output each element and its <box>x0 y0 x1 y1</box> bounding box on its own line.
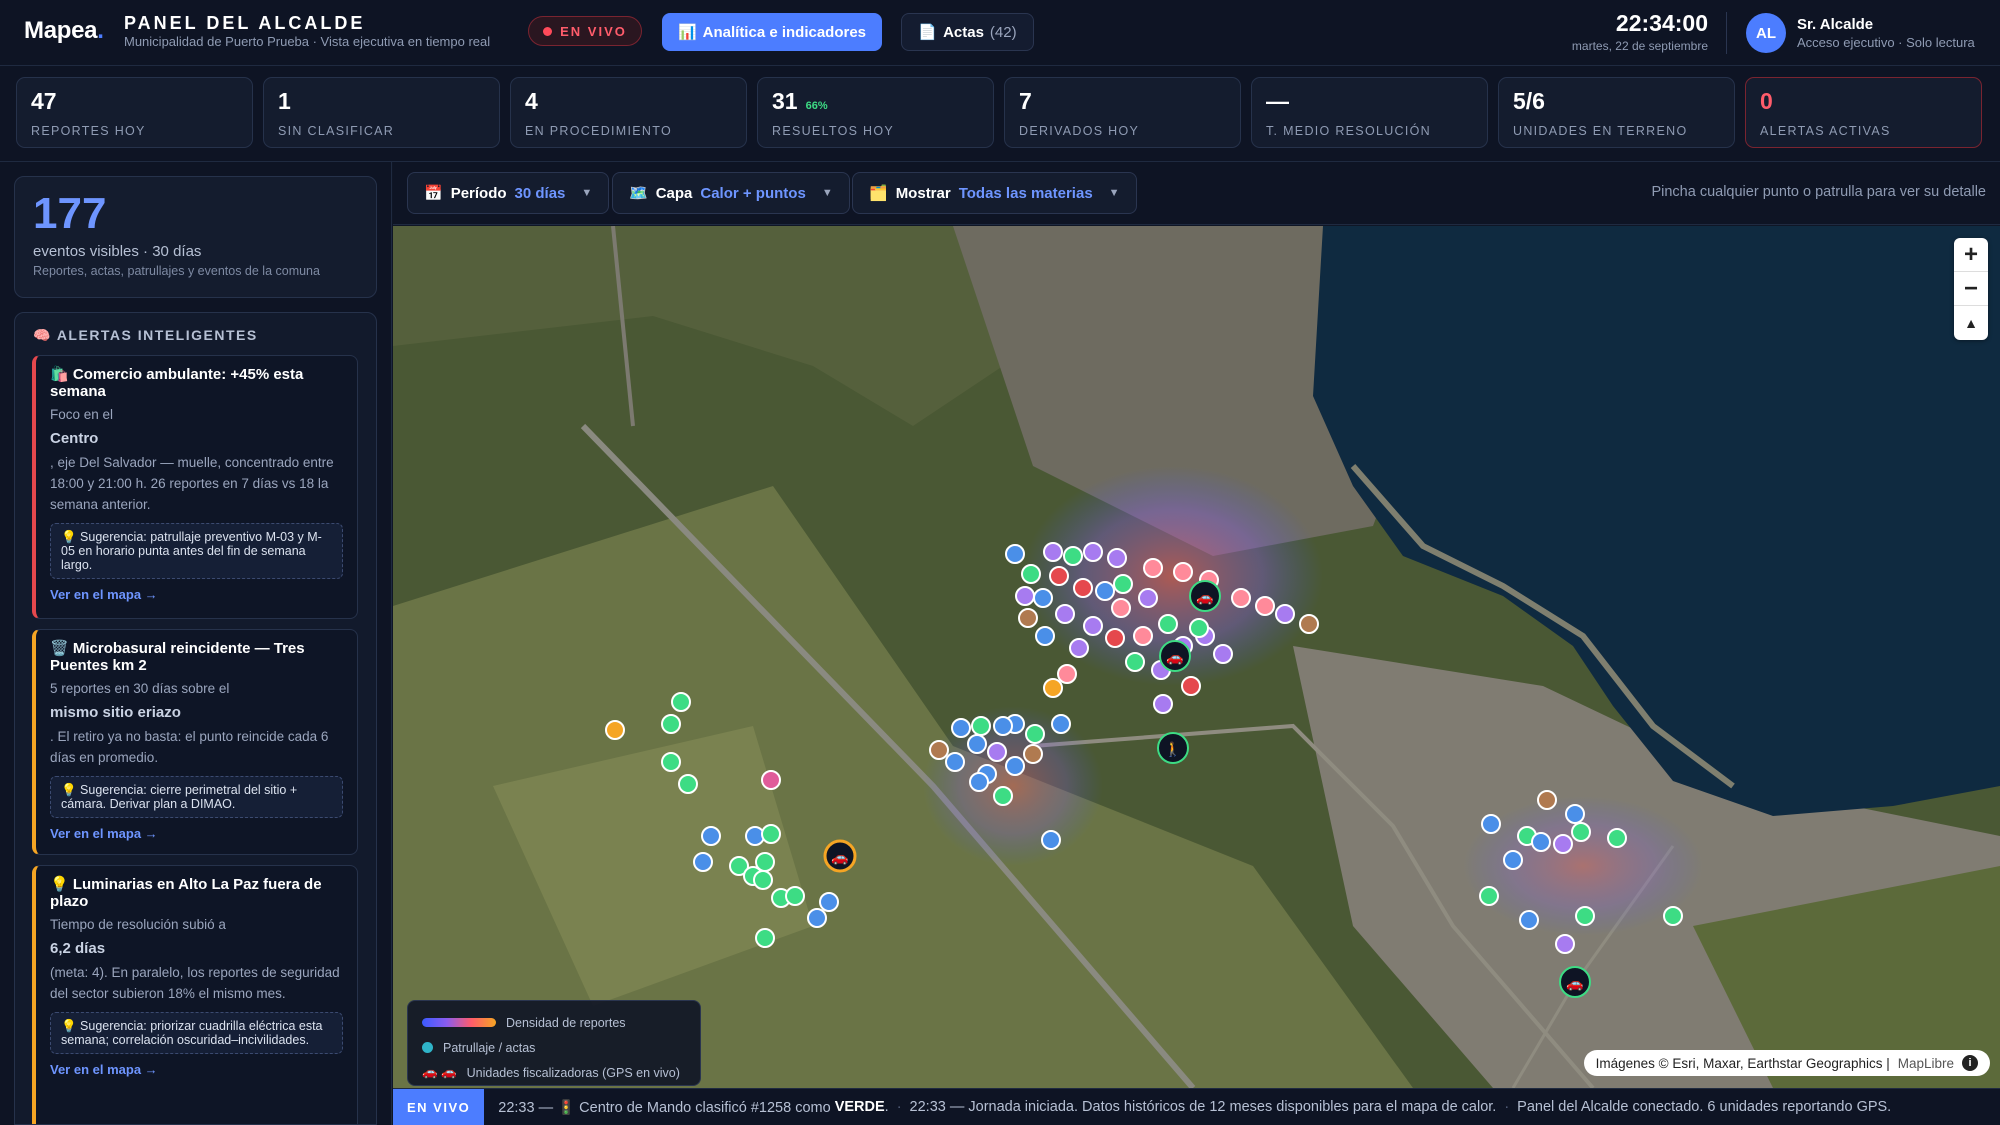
toolbar-hint: Pincha cualquier punto o patrulla para v… <box>1651 184 1986 200</box>
left-panel: 177 eventos visibles · 30 días Reportes,… <box>0 162 392 1125</box>
avatar[interactable]: AL <box>1746 13 1786 53</box>
actas-button[interactable]: 📄 Actas (42) <box>901 13 1034 51</box>
alert-text: Tiempo de resolución subió a 6,2 días (m… <box>50 917 340 1001</box>
map-zoom-controls: + − ▲ <box>1954 238 1988 340</box>
folder-icon: 🗂️ <box>869 185 888 202</box>
zoom-out-button[interactable]: − <box>1954 272 1988 306</box>
chevron-down-icon: ▼ <box>1108 187 1120 199</box>
show-select[interactable]: 🗂️ Mostrar Todas las materias ▼ <box>852 172 1137 214</box>
patrol-dot-icon <box>422 1042 433 1053</box>
alert-text: Foco en el Centro , eje Del Salvador — m… <box>50 407 334 512</box>
kpi-reportes-hoy[interactable]: 47 REPORTES HOY <box>16 77 253 148</box>
clock-time: 22:34:00 <box>1615 10 1708 36</box>
alert-title: 🛍️ Comercio ambulante: +45% esta semana <box>50 366 304 400</box>
app-logo[interactable]: Mapea. <box>24 17 104 45</box>
svg-text:🚗: 🚗 <box>1566 975 1583 992</box>
events-count: 177 <box>33 189 107 238</box>
lightbulb-icon: 💡 <box>50 876 69 893</box>
alert-title: 🗑️ Microbasural reincidente — Tres Puent… <box>50 640 305 674</box>
user-role: Acceso ejecutivo · Solo lectura <box>1797 35 1975 50</box>
live-badge: EN VIVO <box>528 16 642 46</box>
kpi-derivados-hoy[interactable]: 7 DERIVADOS HOY <box>1004 77 1241 148</box>
heat-gradient-swatch <box>422 1018 496 1027</box>
satellite-map-imagery: 🚗 🚗 🚶 🚗 🚗 <box>393 226 2000 1088</box>
document-icon: 📄 <box>918 24 938 41</box>
compass-icon[interactable]: ▲ <box>1954 306 1988 340</box>
kpi-resueltos-hoy[interactable]: 31 66% RESUELTOS HOY <box>757 77 994 148</box>
alert-suggestion: 💡 Sugerencia: patrullaje preventivo M-03… <box>50 523 343 579</box>
chevron-down-icon: ▼ <box>581 187 593 199</box>
trash-icon: 🗑️ <box>50 640 69 657</box>
ticker-live-tag: EN VIVO <box>393 1089 485 1125</box>
svg-text:🚗: 🚗 <box>831 849 848 866</box>
user-name: Sr. Alcalde <box>1797 16 1874 33</box>
shopping-bag-icon: 🛍️ <box>50 366 69 383</box>
chevron-down-icon: ▼ <box>821 187 833 199</box>
info-icon[interactable]: i <box>1962 1055 1978 1071</box>
kpi-row: 47 REPORTES HOY 1 SIN CLASIFICAR 4 EN PR… <box>0 66 2000 162</box>
live-ticker: EN VIVO 22:33 — 🚦 Centro de Mando clasif… <box>393 1088 2000 1125</box>
view-on-map-link[interactable]: Ver en el mapa → <box>50 587 343 602</box>
zoom-in-button[interactable]: + <box>1954 238 1988 272</box>
svg-text:🚗: 🚗 <box>1166 649 1183 666</box>
alert-card[interactable]: 🛍️ Comercio ambulante: +45% esta semana … <box>32 355 358 619</box>
svg-text:🚗: 🚗 <box>1196 589 1213 606</box>
live-dot-icon <box>543 26 553 36</box>
calendar-icon: 📅 <box>424 185 443 202</box>
alert-card[interactable]: 🗑️ Microbasural reincidente — Tres Puent… <box>32 629 358 855</box>
events-summary-card: 177 eventos visibles · 30 días Reportes,… <box>14 176 377 298</box>
car-icon: 🚗 🚗 <box>422 1065 457 1079</box>
chart-icon: 📊 <box>677 24 697 41</box>
alert-suggestion: 💡 Sugerencia: priorizar cuadrilla eléctr… <box>50 1012 343 1054</box>
alert-card[interactable]: 💡 Luminarias en Alto La Paz fuera de pla… <box>32 865 358 1124</box>
kpi-en-procedimiento[interactable]: 4 EN PROCEDIMIENTO <box>510 77 747 148</box>
clock-date: martes, 22 de septiembre <box>1571 39 1708 53</box>
events-label: eventos visibles · 30 días <box>33 243 202 260</box>
alert-suggestion: 💡 Sugerencia: cierre perimetral del siti… <box>50 776 343 818</box>
page-title: PANEL DEL ALCALDE <box>124 13 366 33</box>
clock: 22:34:00 martes, 22 de septiembre <box>1572 10 1708 53</box>
kpi-resolved-percent: 66% <box>805 100 828 112</box>
actas-count: (42) <box>989 23 1017 41</box>
events-sub: Reportes, actas, patrullajes y eventos d… <box>33 264 320 278</box>
analytics-button[interactable]: 📊 Analítica e indicadores <box>662 13 882 51</box>
kpi-tiempo-medio[interactable]: — T. MEDIO RESOLUCIÓN <box>1251 77 1488 148</box>
kpi-alertas-activas[interactable]: 0 ALERTAS ACTIVAS <box>1745 77 1982 148</box>
kpi-sin-clasificar[interactable]: 1 SIN CLASIFICAR <box>263 77 500 148</box>
brain-icon: 🧠 <box>33 327 52 343</box>
map-toolbar: 📅 Período 30 días ▼ 🗺️ Capa Calor + punt… <box>393 162 2000 225</box>
view-on-map-link[interactable]: Ver en el mapa → <box>50 826 343 841</box>
maplibre-link[interactable]: MapLibre <box>1898 1056 1954 1071</box>
alerts-heading: 🧠 ALERTAS INTELIGENTES <box>33 327 258 343</box>
period-select[interactable]: 📅 Período 30 días ▼ <box>407 172 610 214</box>
alert-text: 5 reportes en 30 días sobre el mismo sit… <box>50 681 329 765</box>
header-divider <box>1726 12 1727 54</box>
view-on-map-link[interactable]: Ver en el mapa → <box>50 1062 343 1077</box>
top-header: Mapea. PANEL DEL ALCALDE Municipalidad d… <box>0 0 2000 66</box>
kpi-unidades-terreno[interactable]: 5/6 UNIDADES EN TERRENO <box>1498 77 1735 148</box>
map-attribution: Imágenes © Esri, Maxar, Earthstar Geogra… <box>1583 1050 1990 1076</box>
page-subtitle: Municipalidad de Puerto Prueba · Vista e… <box>124 34 491 49</box>
layer-select[interactable]: 🗺️ Capa Calor + puntos ▼ <box>612 172 850 214</box>
map-view[interactable]: 🚗 🚗 🚶 🚗 🚗 + − ▲ Densidad de reportes Pat… <box>393 226 2000 1088</box>
svg-text:🚶: 🚶 <box>1164 741 1181 758</box>
smart-alerts-panel: 🧠 ALERTAS INTELIGENTES 🛍️ Comercio ambul… <box>14 312 377 1125</box>
map-legend: Densidad de reportes Patrullaje / actas … <box>407 1000 701 1086</box>
alert-title: 💡 Luminarias en Alto La Paz fuera de pla… <box>50 876 322 910</box>
map-icon: 🗺️ <box>629 185 648 202</box>
